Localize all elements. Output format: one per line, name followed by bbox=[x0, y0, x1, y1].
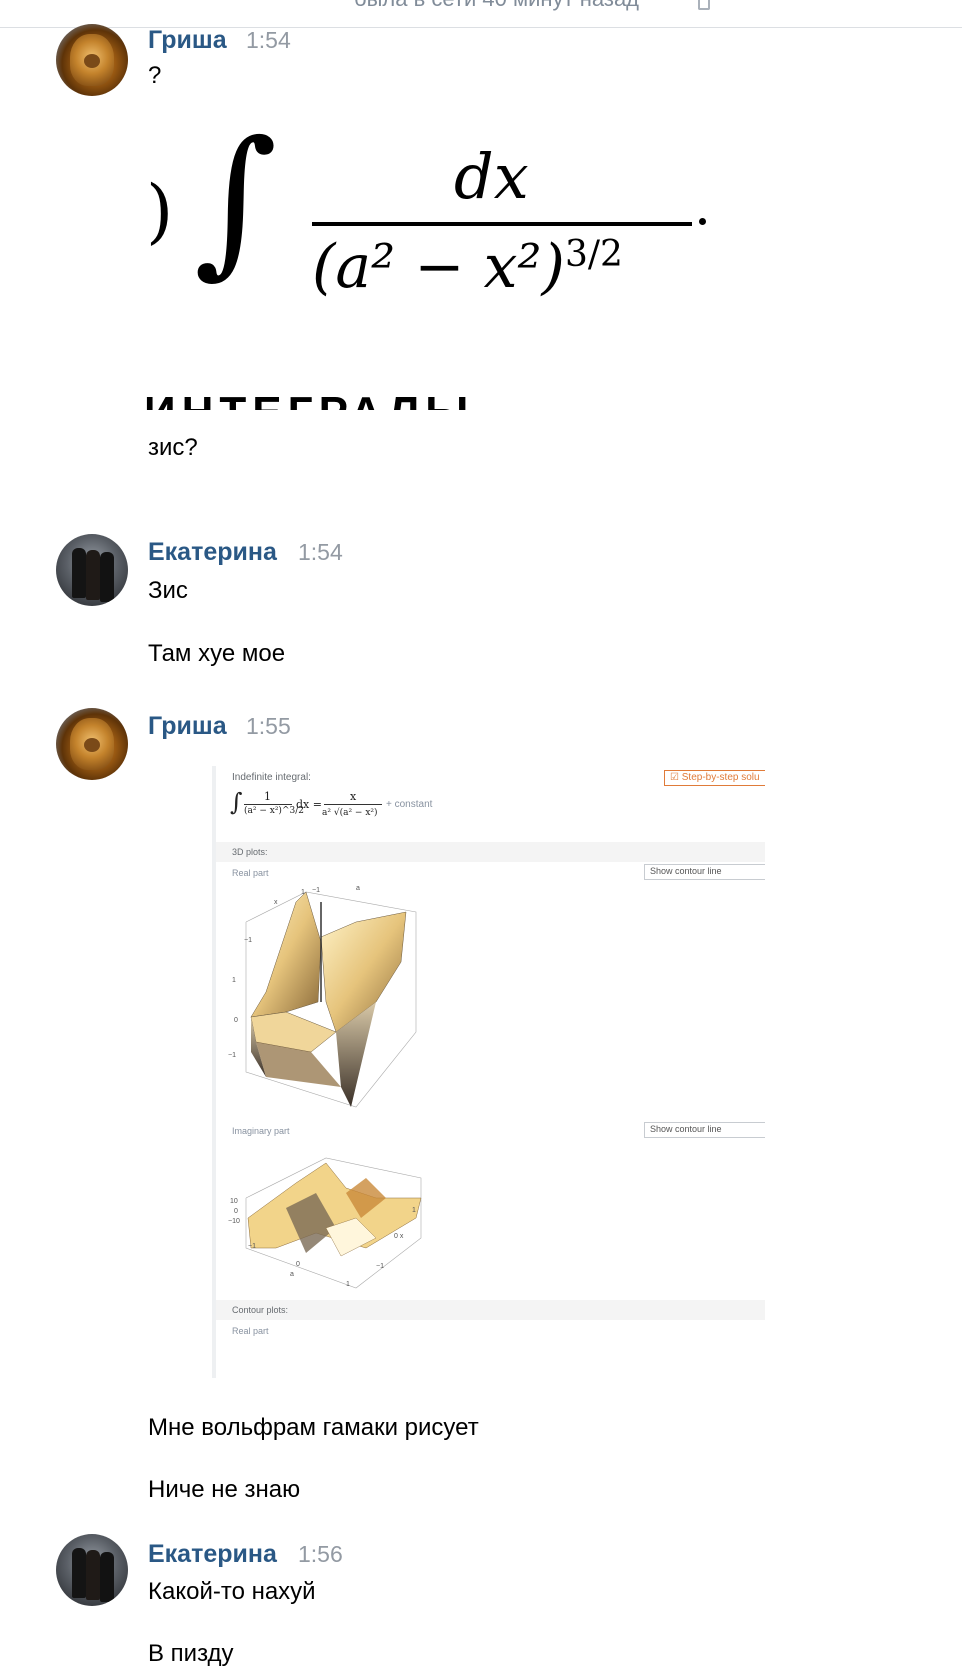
svg-text:−1: −1 bbox=[244, 937, 252, 944]
svg-text:a: a bbox=[356, 885, 360, 892]
show-contour-button[interactable]: Show contour line bbox=[644, 864, 765, 880]
avatar[interactable] bbox=[56, 708, 128, 780]
fraction-bar bbox=[244, 804, 292, 805]
indefinite-integral-label: Indefinite integral: bbox=[232, 772, 311, 783]
integral-image[interactable]: ) ∫ dx (a² − x²)3/2 ИНТЕГРАЛЫ bbox=[144, 110, 724, 410]
svg-text:a: a bbox=[290, 1271, 294, 1278]
formula-numerator: dx bbox=[454, 140, 529, 213]
svg-text:−1: −1 bbox=[248, 1243, 256, 1250]
result-rhs-num: x bbox=[350, 790, 357, 803]
message-text: Какой-то нахуй bbox=[148, 1578, 316, 1605]
author-name[interactable]: Гриша bbox=[148, 712, 227, 741]
online-status: была в сети 40 минут назад bbox=[354, 0, 639, 12]
author-name[interactable]: Екатерина bbox=[148, 1540, 277, 1569]
message-text: Зис bbox=[148, 577, 188, 604]
svg-text:x: x bbox=[274, 899, 278, 906]
imaginary-part-label: Imaginary part bbox=[232, 1126, 290, 1136]
result-dx: dx = bbox=[296, 798, 322, 811]
message-time[interactable]: 1:54 bbox=[298, 539, 343, 566]
real-part-plot: 1 −1 a x 1 0 −1 −1 bbox=[228, 885, 417, 1108]
message-text: Там хуе мое bbox=[148, 640, 286, 667]
show-contour-button[interactable]: Show contour line bbox=[644, 1122, 765, 1138]
message-text: ? bbox=[148, 62, 162, 89]
integral-sign-small: ∫ bbox=[230, 788, 243, 816]
result-lhs-den: (a² − x²)^3/2 bbox=[244, 806, 304, 816]
svg-text:−1: −1 bbox=[312, 887, 320, 894]
contour-real-part-label: Real part bbox=[232, 1326, 269, 1336]
avatar[interactable] bbox=[56, 1534, 128, 1606]
svg-text:0: 0 bbox=[234, 1208, 238, 1215]
svg-text:−1: −1 bbox=[228, 1052, 236, 1059]
real-part-label: Real part bbox=[232, 868, 269, 878]
svg-text:1: 1 bbox=[346, 1281, 350, 1288]
svg-text:−1: −1 bbox=[376, 1263, 384, 1270]
svg-text:1: 1 bbox=[301, 889, 305, 896]
svg-text:−10: −10 bbox=[228, 1218, 240, 1225]
integral-sign: ∫ bbox=[194, 110, 278, 293]
message-time[interactable]: 1:55 bbox=[246, 713, 291, 740]
message-time[interactable]: 1:54 bbox=[246, 27, 291, 54]
avatar[interactable] bbox=[56, 24, 128, 96]
message-text: Мне вольфрам гамаки рисует bbox=[148, 1414, 479, 1441]
message-text: Ниче не знаю bbox=[148, 1476, 301, 1503]
formula-denominator: (a² − x²)3/2 bbox=[312, 232, 623, 302]
svg-text:1: 1 bbox=[412, 1207, 416, 1214]
message-text: зис? bbox=[148, 434, 198, 461]
contour-band bbox=[216, 1300, 765, 1320]
author-name[interactable]: Екатерина bbox=[148, 538, 277, 567]
result-lhs-num: 1 bbox=[264, 790, 271, 803]
author-name[interactable]: Гриша bbox=[148, 26, 227, 55]
cut-heading: ИНТЕГРАЛЫ bbox=[144, 388, 474, 410]
imaginary-part-plot: 10 0 −10 −1 0 a 1 0 x 1 −1 bbox=[228, 1157, 422, 1289]
plots-3d-label: 3D plots: bbox=[232, 847, 268, 857]
period-dot bbox=[699, 218, 706, 225]
svg-text:0: 0 bbox=[234, 1017, 238, 1024]
checkbox-icon: ☑ bbox=[670, 772, 682, 783]
wolfram-screenshot[interactable]: Indefinite integral: ☑ Step-by-step solu… bbox=[212, 766, 765, 1378]
svg-text:0 x: 0 x bbox=[394, 1233, 404, 1240]
avatar[interactable] bbox=[56, 534, 128, 606]
message-text: В пизду bbox=[148, 1640, 234, 1667]
plots-band bbox=[216, 842, 765, 862]
step-by-step-button[interactable]: ☑ Step-by-step solu bbox=[664, 770, 765, 786]
paren-fragment: ) bbox=[146, 170, 174, 252]
message-time[interactable]: 1:56 bbox=[298, 1541, 343, 1568]
result-constant: + constant bbox=[386, 799, 433, 810]
svg-text:10: 10 bbox=[230, 1198, 238, 1205]
fraction-bar bbox=[312, 222, 692, 226]
chat-window: была в сети 40 минут назад Гриша 1:54 ? … bbox=[0, 0, 962, 1678]
svg-text:0: 0 bbox=[296, 1261, 300, 1268]
fraction-bar bbox=[324, 804, 382, 805]
contour-plots-label: Contour plots: bbox=[232, 1305, 289, 1315]
svg-text:1: 1 bbox=[232, 977, 236, 984]
phone-icon bbox=[698, 0, 710, 10]
result-rhs-den: a² √(a² − x²) bbox=[322, 808, 378, 818]
chat-header: была в сети 40 минут назад bbox=[0, 0, 962, 28]
